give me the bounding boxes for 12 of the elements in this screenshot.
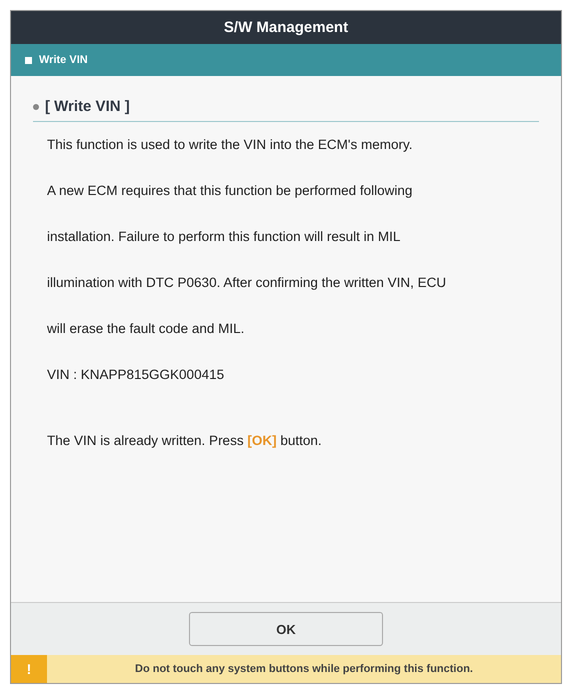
bullet-icon [33,104,39,110]
square-icon [25,56,32,64]
warning-text: Do not touch any system buttons while performing this function. [134,663,474,675]
vin-text: VIN : KNAPP815GGK000415 [46,366,226,384]
description-text: A new ECM requires that this function be performed following installation. Failure to perform this function will result in MIL illumination with DTC P0630. After confirming the written VIN, ECU will erase the fault code and MIL. [46,182,448,338]
description-text: This function is used to write the VIN into the ECM's memory. [46,136,414,154]
section-heading: [ Write VIN ] [45,98,130,115]
section-label: Write VIN [39,54,88,66]
notice-text: The VIN is already written. Press [OK] button. [46,432,323,450]
ok-button[interactable]: OK [189,612,383,646]
warning-icon: ! [11,655,47,683]
window-title: S/W Management [11,11,561,44]
